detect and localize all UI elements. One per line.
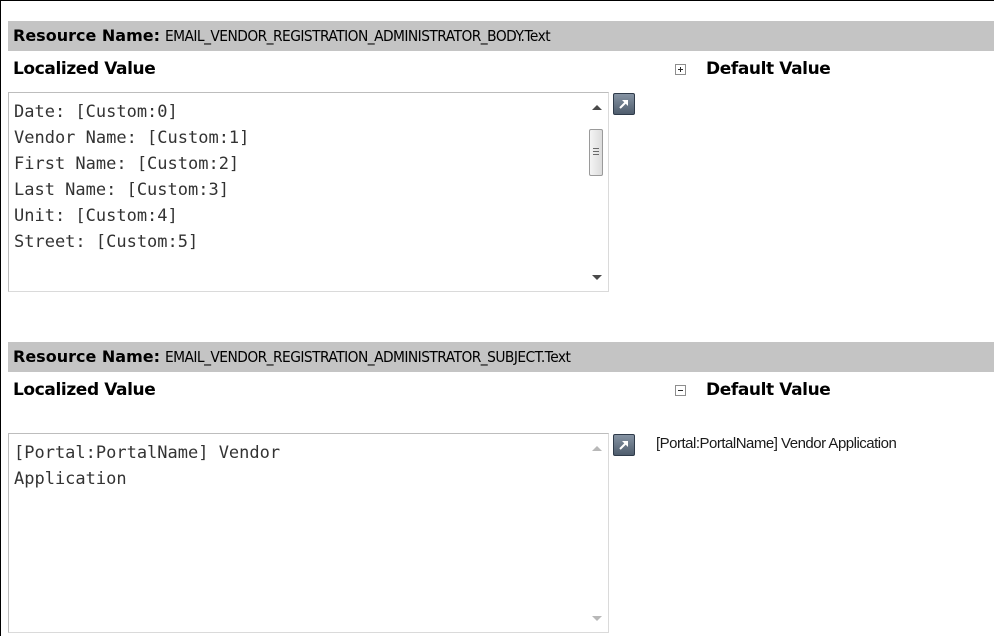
- collapse-minus-icon[interactable]: [675, 384, 686, 396]
- textarea-scrollbar[interactable]: [586, 93, 608, 291]
- resource-name-bar: Resource Name: EMAIL_VENDOR_REGISTRATION…: [8, 342, 994, 372]
- resource-name-bar: Resource Name: EMAIL_VENDOR_REGISTRATION…: [8, 21, 994, 51]
- scroll-down-icon[interactable]: [592, 616, 602, 621]
- default-value-heading: Default Value: [706, 59, 831, 79]
- resource-name-value: EMAIL_VENDOR_REGISTRATION_ADMINISTRATOR_…: [165, 348, 571, 366]
- expand-arrow-icon: [619, 441, 628, 450]
- localized-value-heading: Localized Value: [13, 380, 156, 400]
- default-value-text: [Portal:PortalName] Vendor Application: [656, 435, 897, 452]
- scroll-up-icon[interactable]: [592, 446, 602, 451]
- expand-editor-button[interactable]: [613, 93, 635, 115]
- scroll-up-icon[interactable]: [592, 105, 602, 110]
- resource-section-subject: Resource Name: EMAIL_VENDOR_REGISTRATION…: [8, 342, 994, 636]
- resource-name-label: Resource Name:: [13, 26, 160, 45]
- localized-value-textarea[interactable]: [Portal:PortalName] Vendor Application: [8, 433, 609, 633]
- expand-arrow-icon: [619, 100, 628, 109]
- default-value-toggle[interactable]: Default Value: [675, 58, 831, 80]
- resource-section-body: Resource Name: EMAIL_VENDOR_REGISTRATION…: [8, 21, 994, 321]
- scrollbar-thumb[interactable]: [589, 129, 603, 176]
- textarea-scrollbar[interactable]: [586, 434, 608, 632]
- resource-name-label: Resource Name:: [13, 347, 160, 366]
- default-value-heading: Default Value: [706, 380, 831, 400]
- localized-value-text: Date: [Custom:0] Vendor Name: [Custom:1]…: [14, 102, 250, 252]
- expand-editor-button[interactable]: [613, 434, 635, 456]
- default-value-toggle[interactable]: Default Value: [675, 379, 831, 401]
- localized-value-textarea[interactable]: Date: [Custom:0] Vendor Name: [Custom:1]…: [8, 92, 609, 292]
- localized-value-text: [Portal:PortalName] Vendor Application: [14, 443, 281, 489]
- localized-value-heading: Localized Value: [13, 59, 156, 79]
- resource-name-value: EMAIL_VENDOR_REGISTRATION_ADMINISTRATOR_…: [165, 27, 551, 45]
- scroll-down-icon[interactable]: [592, 275, 602, 280]
- expand-plus-icon[interactable]: [675, 63, 686, 75]
